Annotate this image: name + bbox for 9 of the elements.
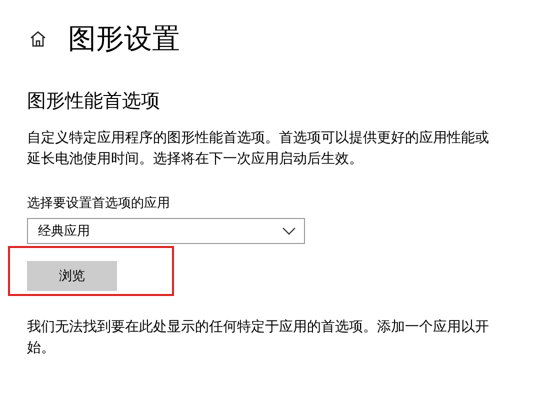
- home-icon[interactable]: [28, 29, 48, 49]
- picker-label: 选择要设置首选项的应用: [27, 195, 171, 212]
- chevron-icon: [282, 227, 296, 235]
- browse-button[interactable]: 浏览: [27, 261, 117, 291]
- section-heading: 图形性能首选项: [27, 89, 161, 114]
- app-dropdown[interactable]: 经典应用: [27, 218, 305, 244]
- description-text: 自定义特定应用程序的图形性能首选项。首选项可以提供更好的应用性能或延长电池使用时间。选择将在下一次应用启动后生效。: [27, 129, 489, 169]
- window-title: 图形设置: [68, 21, 180, 57]
- empty-message: 我们无法找到要在此处显示的任何特定于应用的首选项。添加一个应用以开始。: [27, 318, 489, 358]
